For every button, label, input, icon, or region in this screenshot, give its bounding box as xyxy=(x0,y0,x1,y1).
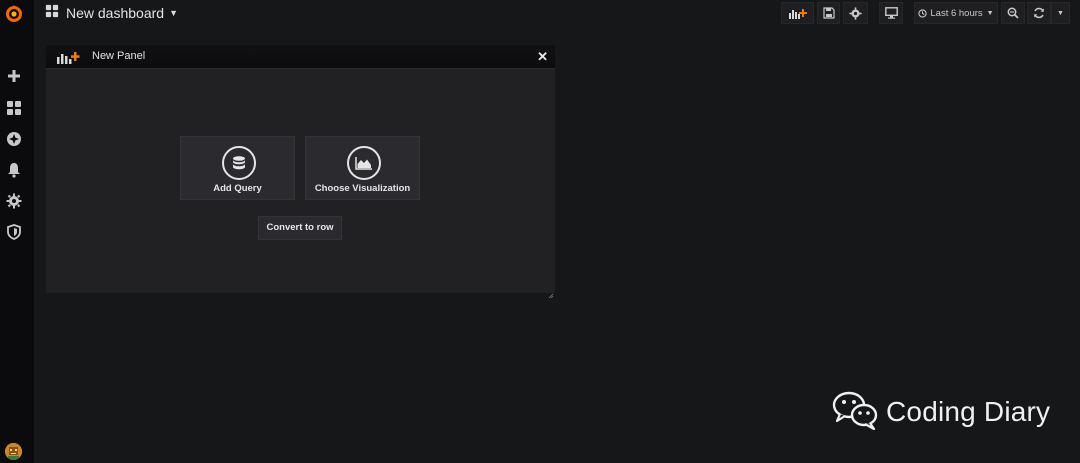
choose-visualization-label: Choose Visualization xyxy=(314,183,411,194)
refresh-button[interactable] xyxy=(1027,2,1051,24)
resize-handle-icon[interactable] xyxy=(548,286,554,299)
area-chart-icon xyxy=(346,146,381,180)
watermark: Coding Diary xyxy=(832,390,1050,434)
save-dashboard-button[interactable] xyxy=(817,2,840,24)
caret-down-icon: ▼ xyxy=(169,8,178,18)
gear-icon xyxy=(849,6,862,20)
dashboards-icon[interactable] xyxy=(6,100,22,116)
caret-down-icon: ▼ xyxy=(986,9,994,17)
explore-icon[interactable] xyxy=(6,131,22,147)
view-mode-button[interactable] xyxy=(879,2,903,24)
add-panel-button[interactable] xyxy=(781,2,814,24)
time-range-label: Last 6 hours xyxy=(930,7,983,19)
panel-title: New Panel xyxy=(92,50,146,62)
save-icon xyxy=(822,7,835,19)
add-panel-icon xyxy=(788,9,807,19)
sidebar xyxy=(0,0,34,463)
wechat-icon xyxy=(832,390,880,435)
grafana-logo[interactable] xyxy=(3,3,25,25)
watermark-text: Coding Diary xyxy=(886,396,1051,427)
bell-icon[interactable] xyxy=(6,162,22,178)
close-icon[interactable]: ✕ xyxy=(537,50,548,63)
zoom-out-icon xyxy=(1007,7,1019,19)
add-query-button[interactable]: Add Query xyxy=(180,136,295,200)
monitor-icon xyxy=(884,7,898,19)
plus-icon[interactable] xyxy=(6,68,22,84)
panel-header: New Panel ✕ xyxy=(46,45,555,69)
time-range-picker[interactable]: Last 6 hours ▼ xyxy=(914,2,998,24)
dashboards-icon xyxy=(45,4,59,23)
caret-down-icon: ▼ xyxy=(1057,9,1064,17)
dashboard-settings-button[interactable] xyxy=(843,2,868,24)
dashboard-title-picker[interactable]: New dashboard ▼ xyxy=(45,4,178,22)
refresh-icon xyxy=(1034,7,1044,19)
clock-icon xyxy=(918,8,928,18)
add-panel-icon xyxy=(56,51,80,69)
choose-visualization-button[interactable]: Choose Visualization xyxy=(305,136,420,200)
refresh-interval-dropdown[interactable]: ▼ xyxy=(1051,2,1070,24)
convert-to-row-button[interactable]: Convert to row xyxy=(258,216,342,240)
gear-icon[interactable] xyxy=(6,193,22,209)
add-query-label: Add Query xyxy=(213,183,262,194)
new-panel: New Panel ✕ Add Query Choose Visualizati… xyxy=(46,45,555,299)
shield-icon[interactable] xyxy=(6,224,22,240)
user-avatar[interactable] xyxy=(5,443,22,460)
database-icon xyxy=(221,146,256,180)
zoom-out-button[interactable] xyxy=(1001,2,1025,24)
dashboard-title: New dashboard xyxy=(66,5,165,21)
